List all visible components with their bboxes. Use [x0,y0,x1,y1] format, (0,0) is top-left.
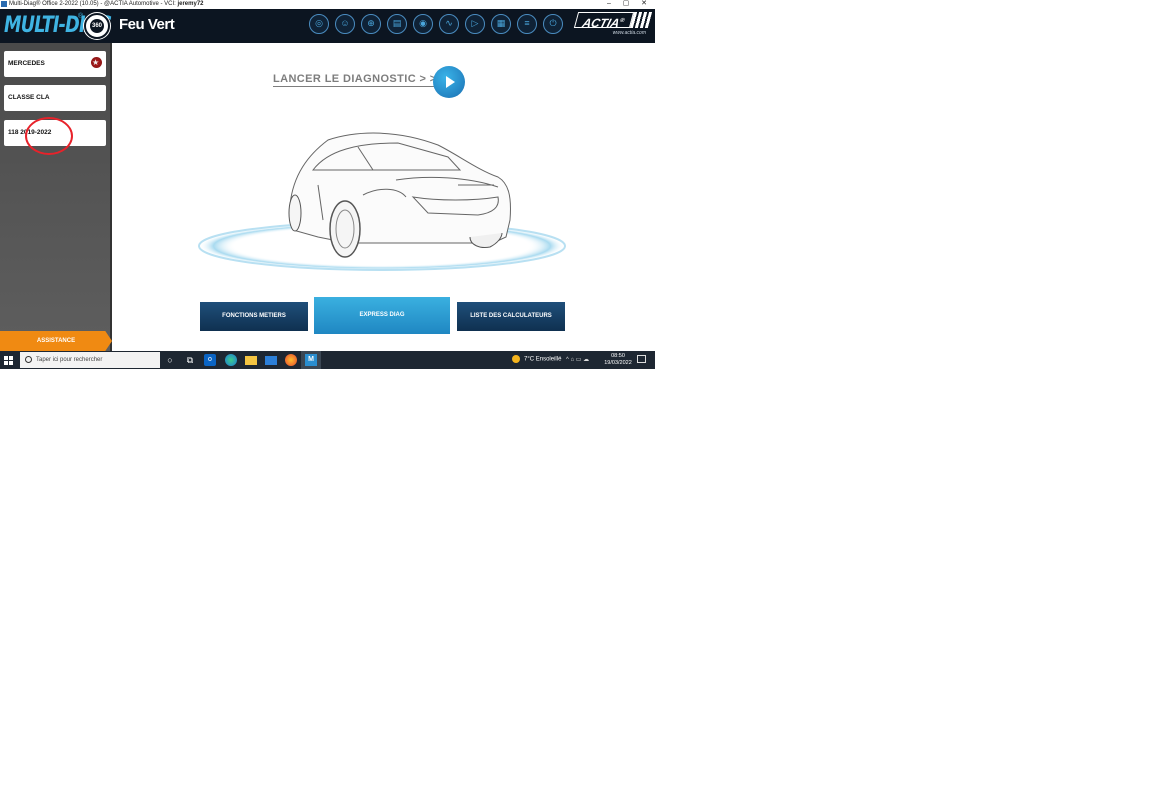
taskbar-active-app[interactable]: M [301,351,321,369]
window-title-text: Multi-Diag® Office 2-2022 (10.05) - @ACT… [9,1,178,7]
actia-name: ACTIA [580,16,622,30]
power-icon[interactable]: ⏻ [543,14,563,34]
actia-logo: ACTIA® www.actia.com [573,12,653,40]
app-icon [1,1,7,7]
car-outline [289,132,511,244]
taskbar-clock[interactable]: 08:50 19/03/2022 [602,353,634,367]
brand-name: Feu Vert [119,16,175,33]
windows-start-icon[interactable] [4,356,13,365]
keyboard-icon[interactable]: ▤ [387,14,407,34]
logo-360-badge: 360 [84,13,110,39]
search-icon [25,356,32,363]
outlook-icon[interactable]: o [204,354,216,366]
play-icon[interactable] [433,66,465,98]
network-icon[interactable]: ⊕ [361,14,381,34]
system-tray-icons[interactable]: ^ ⌂ ▭ ☁ [566,356,589,363]
title-bar: Multi-Diag® Office 2-2022 (10.05) - @ACT… [0,0,655,9]
multidiag-icon[interactable]: M [305,354,317,366]
assistance-button[interactable]: ASSISTANCE [0,331,112,351]
edge-icon[interactable] [225,354,237,366]
window-title: Multi-Diag® Office 2-2022 (10.05) - @ACT… [9,0,204,9]
sidebar-item-label: MERCEDES [8,60,45,67]
liste-calculateurs-button[interactable]: LISTE DES CALCULATEURS [457,302,565,331]
play-circle-icon[interactable]: ▷ [465,14,485,34]
task-view-icon[interactable]: ⧉ [184,354,196,366]
sidebar-item-brand[interactable]: MERCEDES [4,50,106,77]
firefox-icon[interactable] [285,354,297,366]
fonctions-metiers-button[interactable]: FONCTIONS METIERS [200,302,308,331]
weather-widget[interactable]: 7°C Ensoleillé [512,355,561,363]
app-header: MULTI-DIAG ® 360 Feu Vert ◎ ☺ ⊕ ▤ ◉ ∿ ▷ … [0,9,655,43]
actia-url: www.actia.com [612,30,646,36]
waveform-icon[interactable]: ∿ [439,14,459,34]
sliders-icon[interactable]: ≡ [517,14,537,34]
logo-registered-mark: ® [78,13,84,20]
window-title-user: jeremy72 [177,1,204,7]
eye-icon[interactable]: ◉ [413,14,433,34]
document-icon[interactable]: ▦ [491,14,511,34]
application-window: Multi-Diag® Office 2-2022 (10.05) - @ACT… [0,0,655,369]
sidebar-item-label: CLASSE CLA [8,94,50,101]
clock-time: 08:50 [611,353,625,359]
user-search-icon[interactable]: ☺ [335,14,355,34]
launch-diagnostic-link[interactable]: LANCER LE DIAGNOSTIC > > > [273,73,447,87]
actia-logo-text: ACTIA® [573,12,635,30]
globe-icon[interactable]: ◎ [309,14,329,34]
actia-registered-mark: ® [619,18,626,24]
mail-icon[interactable] [265,356,277,365]
sun-icon [512,355,520,363]
taskbar-search-box[interactable]: Taper ici pour rechercher [20,352,160,368]
minimize-button[interactable]: – [600,0,618,9]
clock-date: 19/03/2022 [604,360,632,366]
sidebar-item-model[interactable]: CLASSE CLA [4,85,106,111]
express-diag-button[interactable]: EXPRESS DIAG [314,297,450,334]
close-button[interactable]: ✕ [635,0,653,9]
search-placeholder: Taper ici pour rechercher [36,357,103,363]
logo-360-text: 360 [90,19,104,33]
windows-taskbar: Taper ici pour rechercher ○ ⧉ o M 7°C En… [0,351,655,369]
file-explorer-icon[interactable] [245,356,257,365]
actia-grid-mark [629,12,653,28]
maximize-button[interactable]: ▢ [617,0,635,9]
weather-text: 7°C Ensoleillé [524,356,562,363]
mercedes-logo-icon [91,50,102,76]
car-illustration [198,132,566,271]
cortana-icon[interactable]: ○ [164,354,176,366]
annotation-red-circle [25,117,73,155]
notification-icon[interactable] [637,355,646,363]
